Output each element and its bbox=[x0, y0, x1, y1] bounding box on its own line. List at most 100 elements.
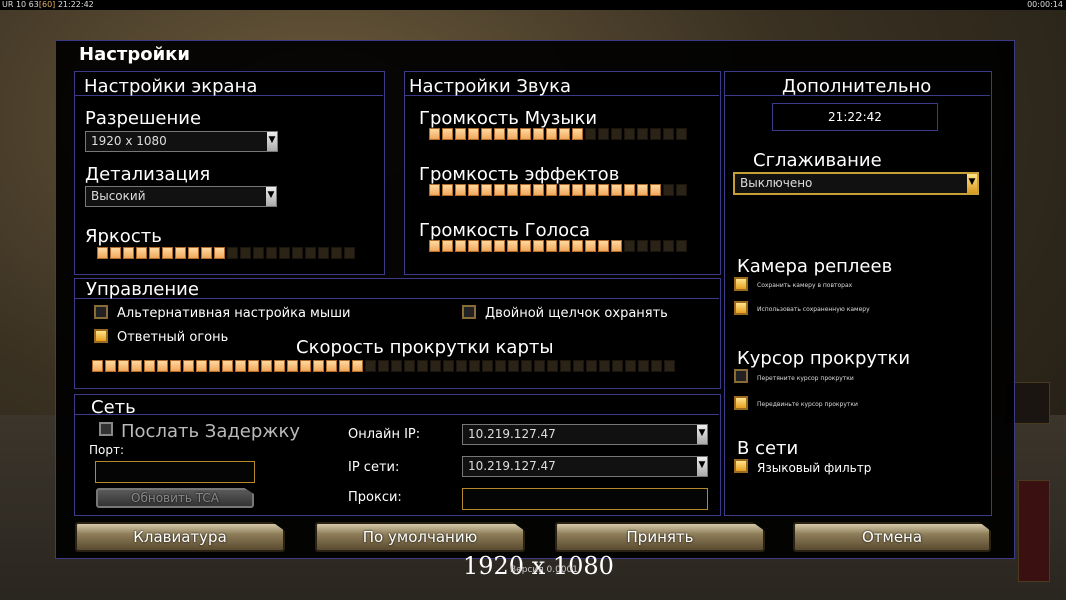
slider-segment[interactable] bbox=[663, 184, 674, 196]
slider-segment[interactable] bbox=[455, 184, 466, 196]
slider-segment[interactable] bbox=[391, 360, 402, 372]
slider-segment[interactable] bbox=[339, 360, 350, 372]
slider-segment[interactable] bbox=[507, 240, 518, 252]
slider-segment[interactable] bbox=[183, 360, 194, 372]
move-cursor-checkbox[interactable] bbox=[734, 396, 748, 410]
slider-segment[interactable] bbox=[637, 240, 648, 252]
slider-segment[interactable] bbox=[560, 360, 571, 372]
slider-segment[interactable] bbox=[611, 184, 622, 196]
slider-segment[interactable] bbox=[521, 360, 532, 372]
slider-segment[interactable] bbox=[131, 360, 142, 372]
slider-segment[interactable] bbox=[676, 128, 687, 140]
slider-segment[interactable] bbox=[455, 240, 466, 252]
proxy-input[interactable] bbox=[462, 488, 708, 510]
slider-segment[interactable] bbox=[352, 360, 363, 372]
slider-segment[interactable] bbox=[495, 360, 506, 372]
slider-segment[interactable] bbox=[676, 184, 687, 196]
slider-segment[interactable] bbox=[520, 128, 531, 140]
music-volume-slider[interactable] bbox=[429, 128, 687, 140]
slider-segment[interactable] bbox=[637, 128, 648, 140]
slider-segment[interactable] bbox=[157, 360, 168, 372]
slider-segment[interactable] bbox=[468, 184, 479, 196]
slider-segment[interactable] bbox=[534, 360, 545, 372]
slider-segment[interactable] bbox=[585, 240, 596, 252]
slider-segment[interactable] bbox=[585, 128, 596, 140]
slider-segment[interactable] bbox=[378, 360, 389, 372]
slider-segment[interactable] bbox=[546, 184, 557, 196]
slider-segment[interactable] bbox=[663, 128, 674, 140]
slider-segment[interactable] bbox=[547, 360, 558, 372]
slider-segment[interactable] bbox=[429, 184, 440, 196]
slider-segment[interactable] bbox=[442, 128, 453, 140]
accept-button[interactable]: Принять bbox=[555, 522, 765, 552]
online-ip-dropdown[interactable]: 10.219.127.47 ▼ bbox=[462, 424, 708, 445]
resolution-dropdown[interactable]: 1920 x 1080 ▼ bbox=[85, 131, 278, 152]
slider-segment[interactable] bbox=[266, 247, 277, 259]
slider-segment[interactable] bbox=[149, 247, 160, 259]
slider-segment[interactable] bbox=[110, 247, 121, 259]
slider-segment[interactable] bbox=[559, 240, 570, 252]
slider-segment[interactable] bbox=[508, 360, 519, 372]
slider-segment[interactable] bbox=[300, 360, 311, 372]
slider-segment[interactable] bbox=[650, 240, 661, 252]
slider-segment[interactable] bbox=[240, 247, 251, 259]
drag-cursor-checkbox[interactable] bbox=[734, 369, 748, 383]
slider-segment[interactable] bbox=[559, 128, 570, 140]
effects-volume-slider[interactable] bbox=[429, 184, 687, 196]
slider-segment[interactable] bbox=[429, 240, 440, 252]
slider-segment[interactable] bbox=[520, 240, 531, 252]
double-click-guard-checkbox[interactable] bbox=[462, 305, 476, 319]
use-saved-camera-checkbox[interactable] bbox=[734, 301, 748, 315]
slider-segment[interactable] bbox=[97, 247, 108, 259]
slider-segment[interactable] bbox=[118, 360, 129, 372]
slider-segment[interactable] bbox=[481, 184, 492, 196]
save-camera-checkbox[interactable] bbox=[734, 277, 748, 291]
slider-segment[interactable] bbox=[533, 240, 544, 252]
slider-segment[interactable] bbox=[481, 128, 492, 140]
slider-segment[interactable] bbox=[586, 360, 597, 372]
slider-segment[interactable] bbox=[430, 360, 441, 372]
slider-segment[interactable] bbox=[468, 240, 479, 252]
slider-segment[interactable] bbox=[559, 184, 570, 196]
slider-segment[interactable] bbox=[92, 360, 103, 372]
slider-segment[interactable] bbox=[442, 184, 453, 196]
retaliation-checkbox[interactable] bbox=[94, 329, 108, 343]
slider-segment[interactable] bbox=[624, 184, 635, 196]
slider-segment[interactable] bbox=[175, 247, 186, 259]
port-input[interactable] bbox=[95, 461, 255, 483]
slider-segment[interactable] bbox=[248, 360, 259, 372]
slider-segment[interactable] bbox=[292, 247, 303, 259]
cancel-button[interactable]: Отмена bbox=[793, 522, 991, 552]
antialiasing-dropdown[interactable]: Выключено ▼ bbox=[733, 172, 979, 195]
slider-segment[interactable] bbox=[365, 360, 376, 372]
slider-segment[interactable] bbox=[209, 360, 220, 372]
slider-segment[interactable] bbox=[196, 360, 207, 372]
slider-segment[interactable] bbox=[507, 184, 518, 196]
language-filter-checkbox[interactable] bbox=[734, 459, 748, 473]
slider-segment[interactable] bbox=[318, 247, 329, 259]
slider-segment[interactable] bbox=[598, 184, 609, 196]
slider-segment[interactable] bbox=[625, 360, 636, 372]
slider-segment[interactable] bbox=[612, 360, 623, 372]
slider-segment[interactable] bbox=[507, 128, 518, 140]
lan-ip-dropdown[interactable]: 10.219.127.47 ▼ bbox=[462, 456, 708, 477]
slider-segment[interactable] bbox=[404, 360, 415, 372]
send-delay-checkbox[interactable] bbox=[99, 422, 113, 436]
detail-dropdown[interactable]: Высокий ▼ bbox=[85, 186, 277, 207]
scroll-speed-slider[interactable] bbox=[92, 360, 675, 372]
slider-segment[interactable] bbox=[611, 240, 622, 252]
slider-segment[interactable] bbox=[144, 360, 155, 372]
slider-segment[interactable] bbox=[533, 128, 544, 140]
slider-segment[interactable] bbox=[214, 247, 225, 259]
slider-segment[interactable] bbox=[429, 128, 440, 140]
slider-segment[interactable] bbox=[162, 247, 173, 259]
update-tca-button[interactable]: Обновить TCA bbox=[96, 488, 254, 508]
slider-segment[interactable] bbox=[443, 360, 454, 372]
slider-segment[interactable] bbox=[650, 128, 661, 140]
slider-segment[interactable] bbox=[637, 184, 648, 196]
slider-segment[interactable] bbox=[170, 360, 181, 372]
slider-segment[interactable] bbox=[253, 247, 264, 259]
slider-segment[interactable] bbox=[261, 360, 272, 372]
slider-segment[interactable] bbox=[611, 128, 622, 140]
slider-segment[interactable] bbox=[417, 360, 428, 372]
